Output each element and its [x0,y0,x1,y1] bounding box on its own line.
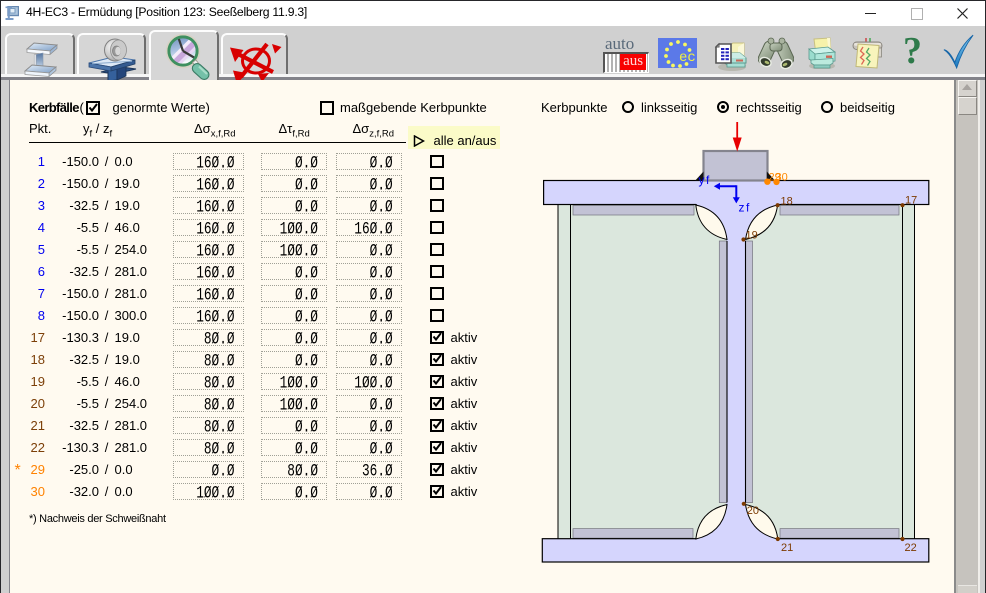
svg-text:20: 20 [747,505,759,517]
svg-text:21: 21 [781,542,793,554]
svg-text:?: ? [903,31,922,72]
svg-text:17: 17 [905,195,917,207]
svg-text:29: 29 [769,172,781,184]
svg-text:19: 19 [746,230,758,242]
svg-text:18: 18 [781,196,793,208]
svg-text:22: 22 [905,542,917,554]
svg-text:ec: ec [679,50,696,66]
svg-text:yf: yf [699,173,711,187]
svg-text:zf: zf [739,201,751,215]
